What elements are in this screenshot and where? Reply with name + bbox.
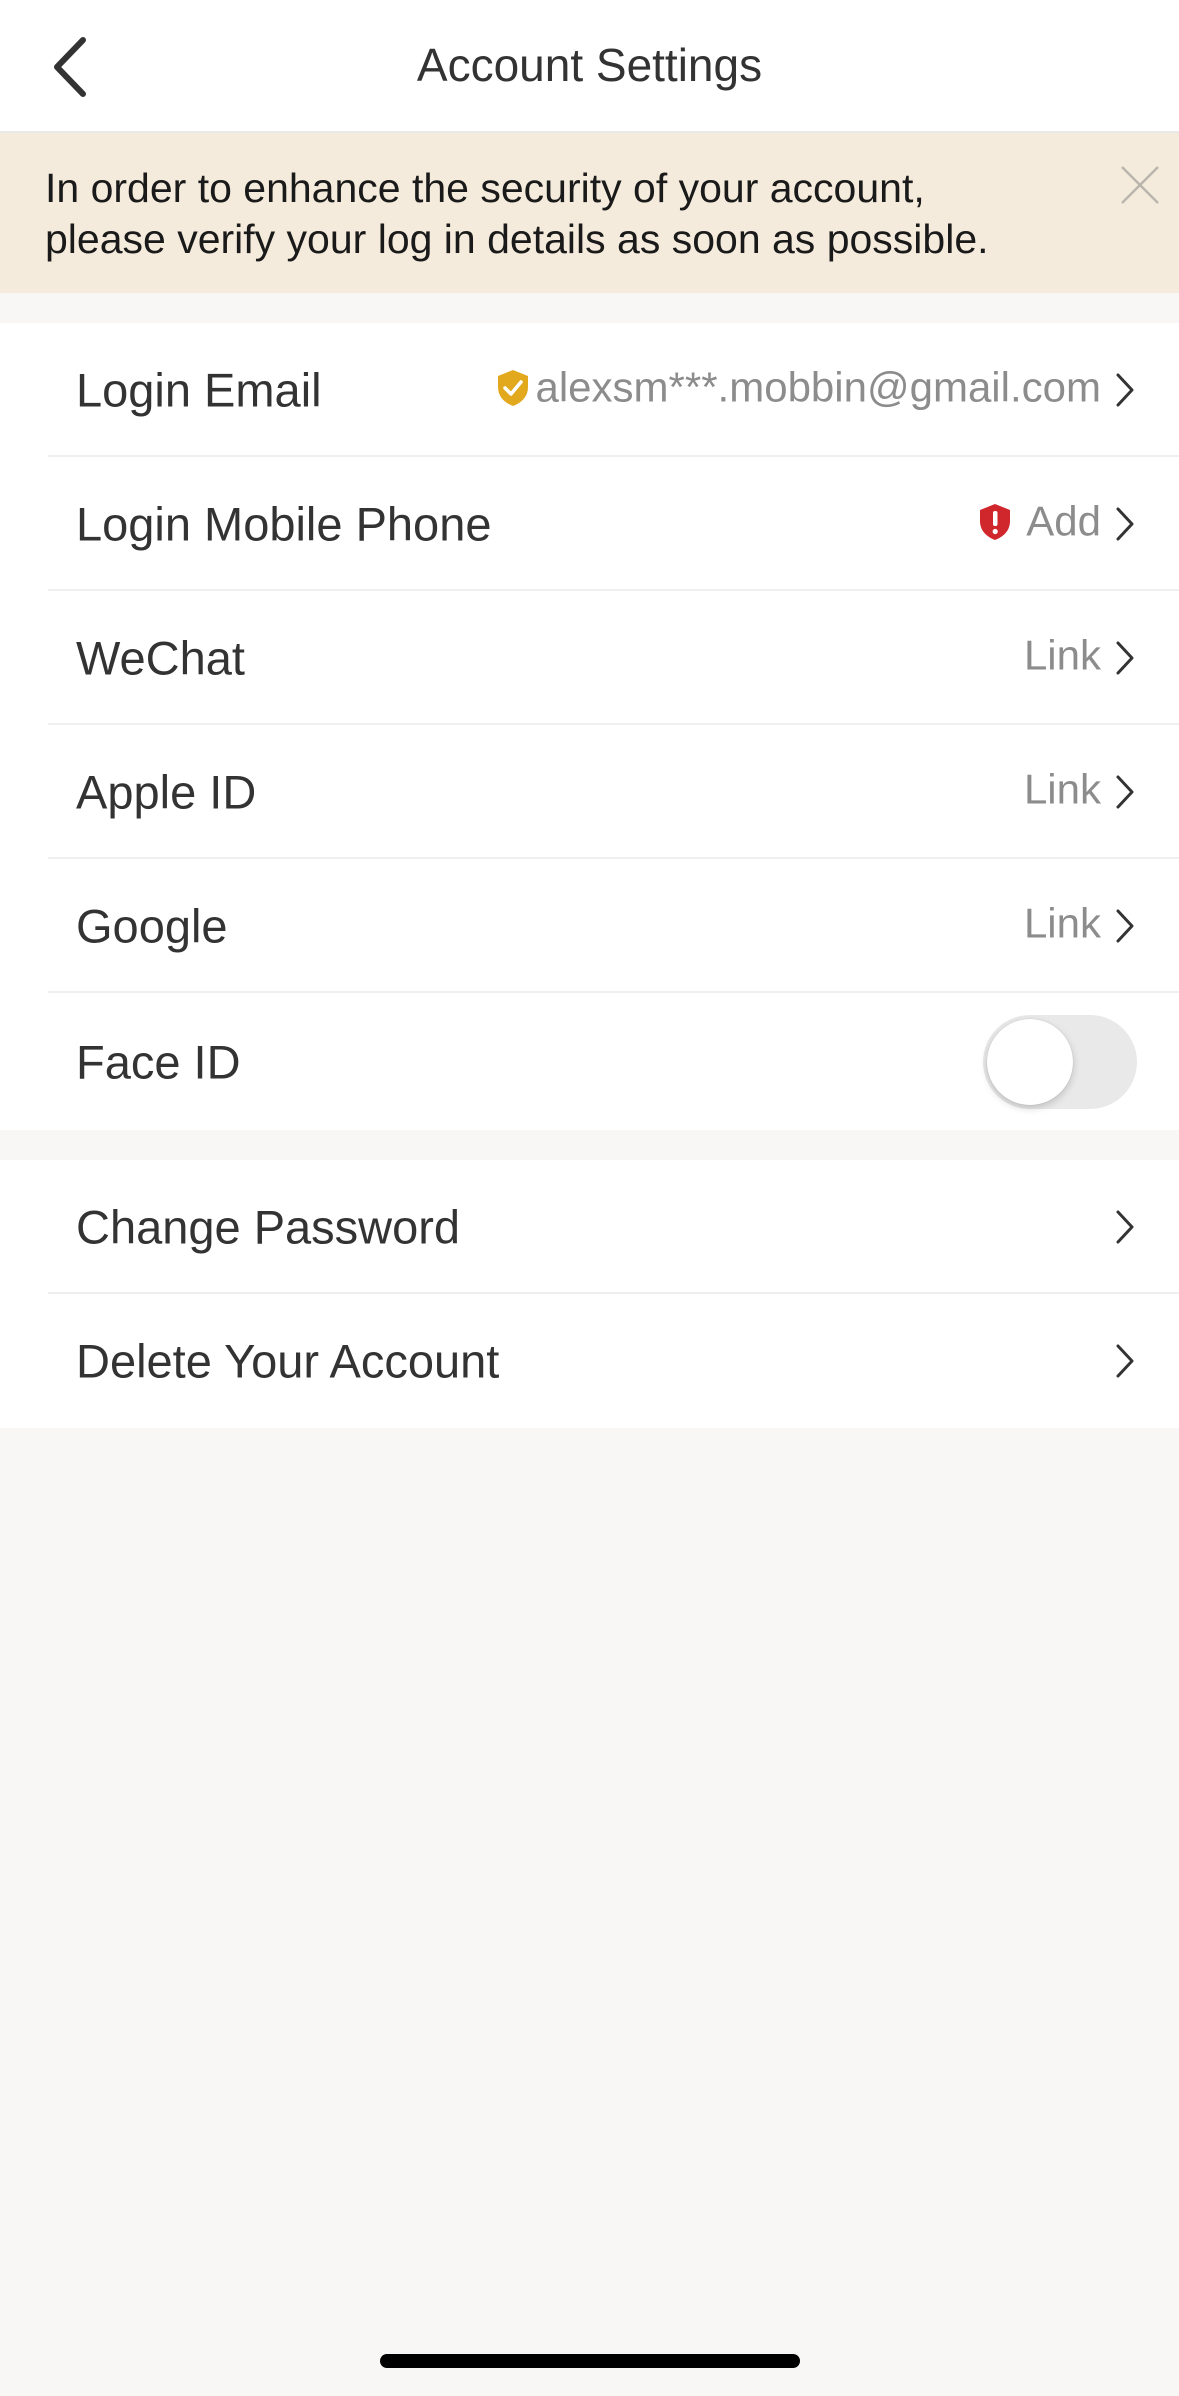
apple-id-row[interactable]: Apple ID Link xyxy=(0,725,1179,859)
wechat-link-value: Link xyxy=(1023,631,1101,679)
linked-accounts-group: Login Email alexsm***.mobbin@gmail.com L… xyxy=(0,323,1179,1130)
change-password-row[interactable]: Change Password xyxy=(0,1160,1179,1294)
banner-line-1: In order to enhance the security of your… xyxy=(45,165,925,211)
row-label: Google xyxy=(76,899,228,953)
apple-id-link-value: Link xyxy=(1023,765,1101,813)
home-indicator xyxy=(380,2354,800,2368)
chevron-right-icon xyxy=(1116,775,1134,809)
chevron-right-icon xyxy=(1116,909,1134,943)
row-label: Change Password xyxy=(76,1200,461,1254)
close-icon xyxy=(1121,166,1159,204)
row-label: Login Email xyxy=(76,363,322,417)
google-link-value: Link xyxy=(1023,899,1101,947)
row-label: WeChat xyxy=(76,631,245,685)
banner-line-2: please verify your log in details as soo… xyxy=(45,216,989,262)
chevron-right-icon xyxy=(1116,1344,1134,1378)
login-email-row[interactable]: Login Email alexsm***.mobbin@gmail.com xyxy=(0,323,1179,457)
row-label: Login Mobile Phone xyxy=(76,497,492,551)
login-mobile-phone-row[interactable]: Login Mobile Phone Add xyxy=(0,457,1179,591)
chevron-right-icon xyxy=(1116,1210,1134,1244)
toggle-knob xyxy=(987,1018,1073,1105)
row-label: Delete Your Account xyxy=(76,1334,500,1388)
banner-message: In order to enhance the security of your… xyxy=(45,163,1085,265)
chevron-right-icon xyxy=(1116,641,1134,675)
account-actions-group: Change Password Delete Your Account xyxy=(0,1160,1179,1428)
shield-alert-icon xyxy=(980,504,1010,540)
face-id-row: Face ID xyxy=(0,993,1179,1130)
page-title: Account Settings xyxy=(416,39,763,91)
google-row[interactable]: Google Link xyxy=(0,859,1179,993)
login-email-value: alexsm***.mobbin@gmail.com xyxy=(535,363,1101,411)
wechat-row[interactable]: WeChat Link xyxy=(0,591,1179,725)
row-label: Apple ID xyxy=(76,765,257,819)
security-banner: In order to enhance the security of your… xyxy=(0,133,1179,293)
chevron-right-icon xyxy=(1116,373,1134,407)
shield-check-icon xyxy=(498,370,528,406)
login-mobile-phone-value: Add xyxy=(1026,497,1101,545)
face-id-toggle[interactable] xyxy=(983,1014,1137,1109)
nav-header: Account Settings xyxy=(0,0,1179,133)
chevron-right-icon xyxy=(1116,507,1134,541)
delete-account-row[interactable]: Delete Your Account xyxy=(0,1294,1179,1428)
banner-close-button[interactable] xyxy=(1115,160,1165,210)
row-label: Face ID xyxy=(76,1035,241,1088)
account-settings-screen: Account Settings In order to enhance the… xyxy=(0,0,1179,2396)
